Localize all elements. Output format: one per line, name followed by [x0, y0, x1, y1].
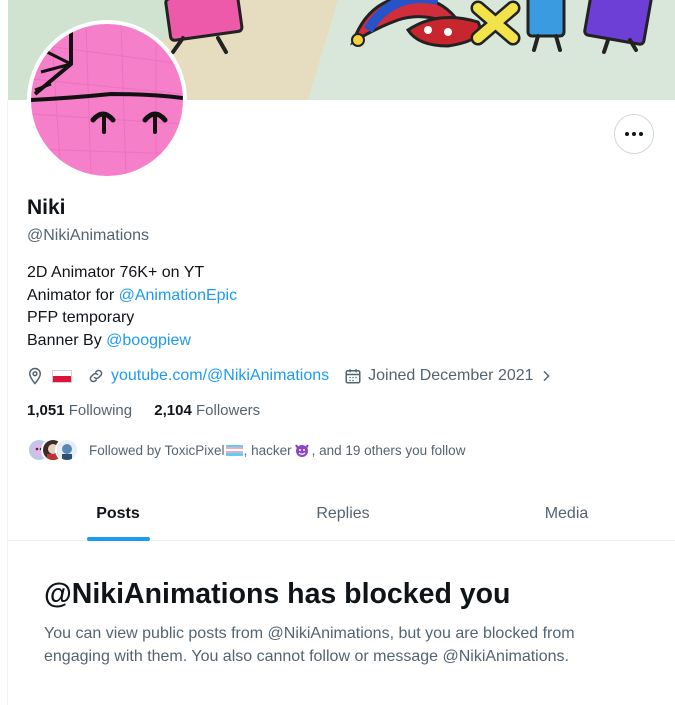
- tab-replies[interactable]: Replies: [228, 488, 458, 540]
- bio-text: Banner By: [27, 331, 107, 349]
- poland-flag-icon: [52, 369, 72, 383]
- tab-label: Posts: [96, 505, 140, 522]
- trans-flag-icon: [225, 444, 243, 456]
- more-options-button[interactable]: [614, 114, 654, 154]
- following-label: Following: [68, 402, 133, 419]
- divider: [7, 100, 8, 705]
- smiling-devil-icon: [294, 444, 309, 457]
- following-link[interactable]: 1,051 Following: [27, 402, 132, 419]
- bio-text: Animator for: [27, 286, 119, 304]
- profile-page: Niki @NikiAnimations 2D Animator 76K+ on…: [0, 0, 675, 705]
- followers-label: Followers: [195, 402, 261, 419]
- bio-line: PFP temporary: [27, 309, 135, 326]
- active-tab-indicator: [86, 537, 150, 541]
- profile-bio: 2D Animator 76K+ on YT Animator for @Ani…: [27, 262, 237, 352]
- profile-handle: @NikiAnimations: [27, 227, 150, 244]
- calendar-icon: [345, 369, 361, 384]
- website-link[interactable]: youtube.com/@NikiAnimations: [111, 367, 329, 385]
- followed-by[interactable]: Followed by ToxicPixel , hacker , and 19…: [27, 436, 465, 464]
- link-icon: [89, 369, 103, 383]
- avatar: [55, 438, 79, 462]
- more-horizontal-icon: [625, 132, 643, 136]
- tab-media[interactable]: Media: [458, 488, 675, 540]
- followed-by-text: Followed by ToxicPixel , hacker , and 19…: [89, 442, 465, 458]
- mention-link[interactable]: @boogpiew: [106, 332, 191, 349]
- followed-by-middle: , hacker: [243, 442, 292, 458]
- joined-date: Joined December 2021: [368, 367, 534, 384]
- blocked-description: You can view public posts from @NikiAnim…: [44, 625, 575, 665]
- tab-label: Media: [544, 505, 589, 522]
- bio-line: 2D Animator 76K+ on YT: [27, 264, 205, 281]
- mention-link[interactable]: @AnimationEpic: [119, 287, 238, 304]
- location-pin-icon: [28, 367, 42, 385]
- profile-tabs: Posts Replies Media: [8, 488, 675, 541]
- tab-posts[interactable]: Posts: [8, 488, 228, 541]
- follow-counts: 1,051 Following 2,104 Followers: [27, 402, 260, 419]
- followed-by-suffix: , and 19 others you follow: [311, 442, 466, 458]
- profile-name: Niki: [27, 196, 66, 219]
- bio-line: Banner By @boogpiew: [27, 330, 237, 353]
- blocked-title: @NikiAnimations has blocked you: [44, 578, 511, 610]
- avatar[interactable]: [27, 20, 187, 180]
- followed-by-prefix: Followed by ToxicPixel: [89, 442, 225, 458]
- profile-meta: youtube.com/@NikiAnimations Joined Decem…: [26, 365, 554, 387]
- followers-link[interactable]: 2,104 Followers: [154, 402, 260, 419]
- chevron-right-icon[interactable]: [538, 368, 554, 384]
- tab-label: Replies: [316, 505, 370, 522]
- following-count: 1,051: [27, 402, 65, 419]
- bio-line: Animator for @AnimationEpic: [27, 285, 237, 308]
- followers-count: 2,104: [154, 402, 192, 419]
